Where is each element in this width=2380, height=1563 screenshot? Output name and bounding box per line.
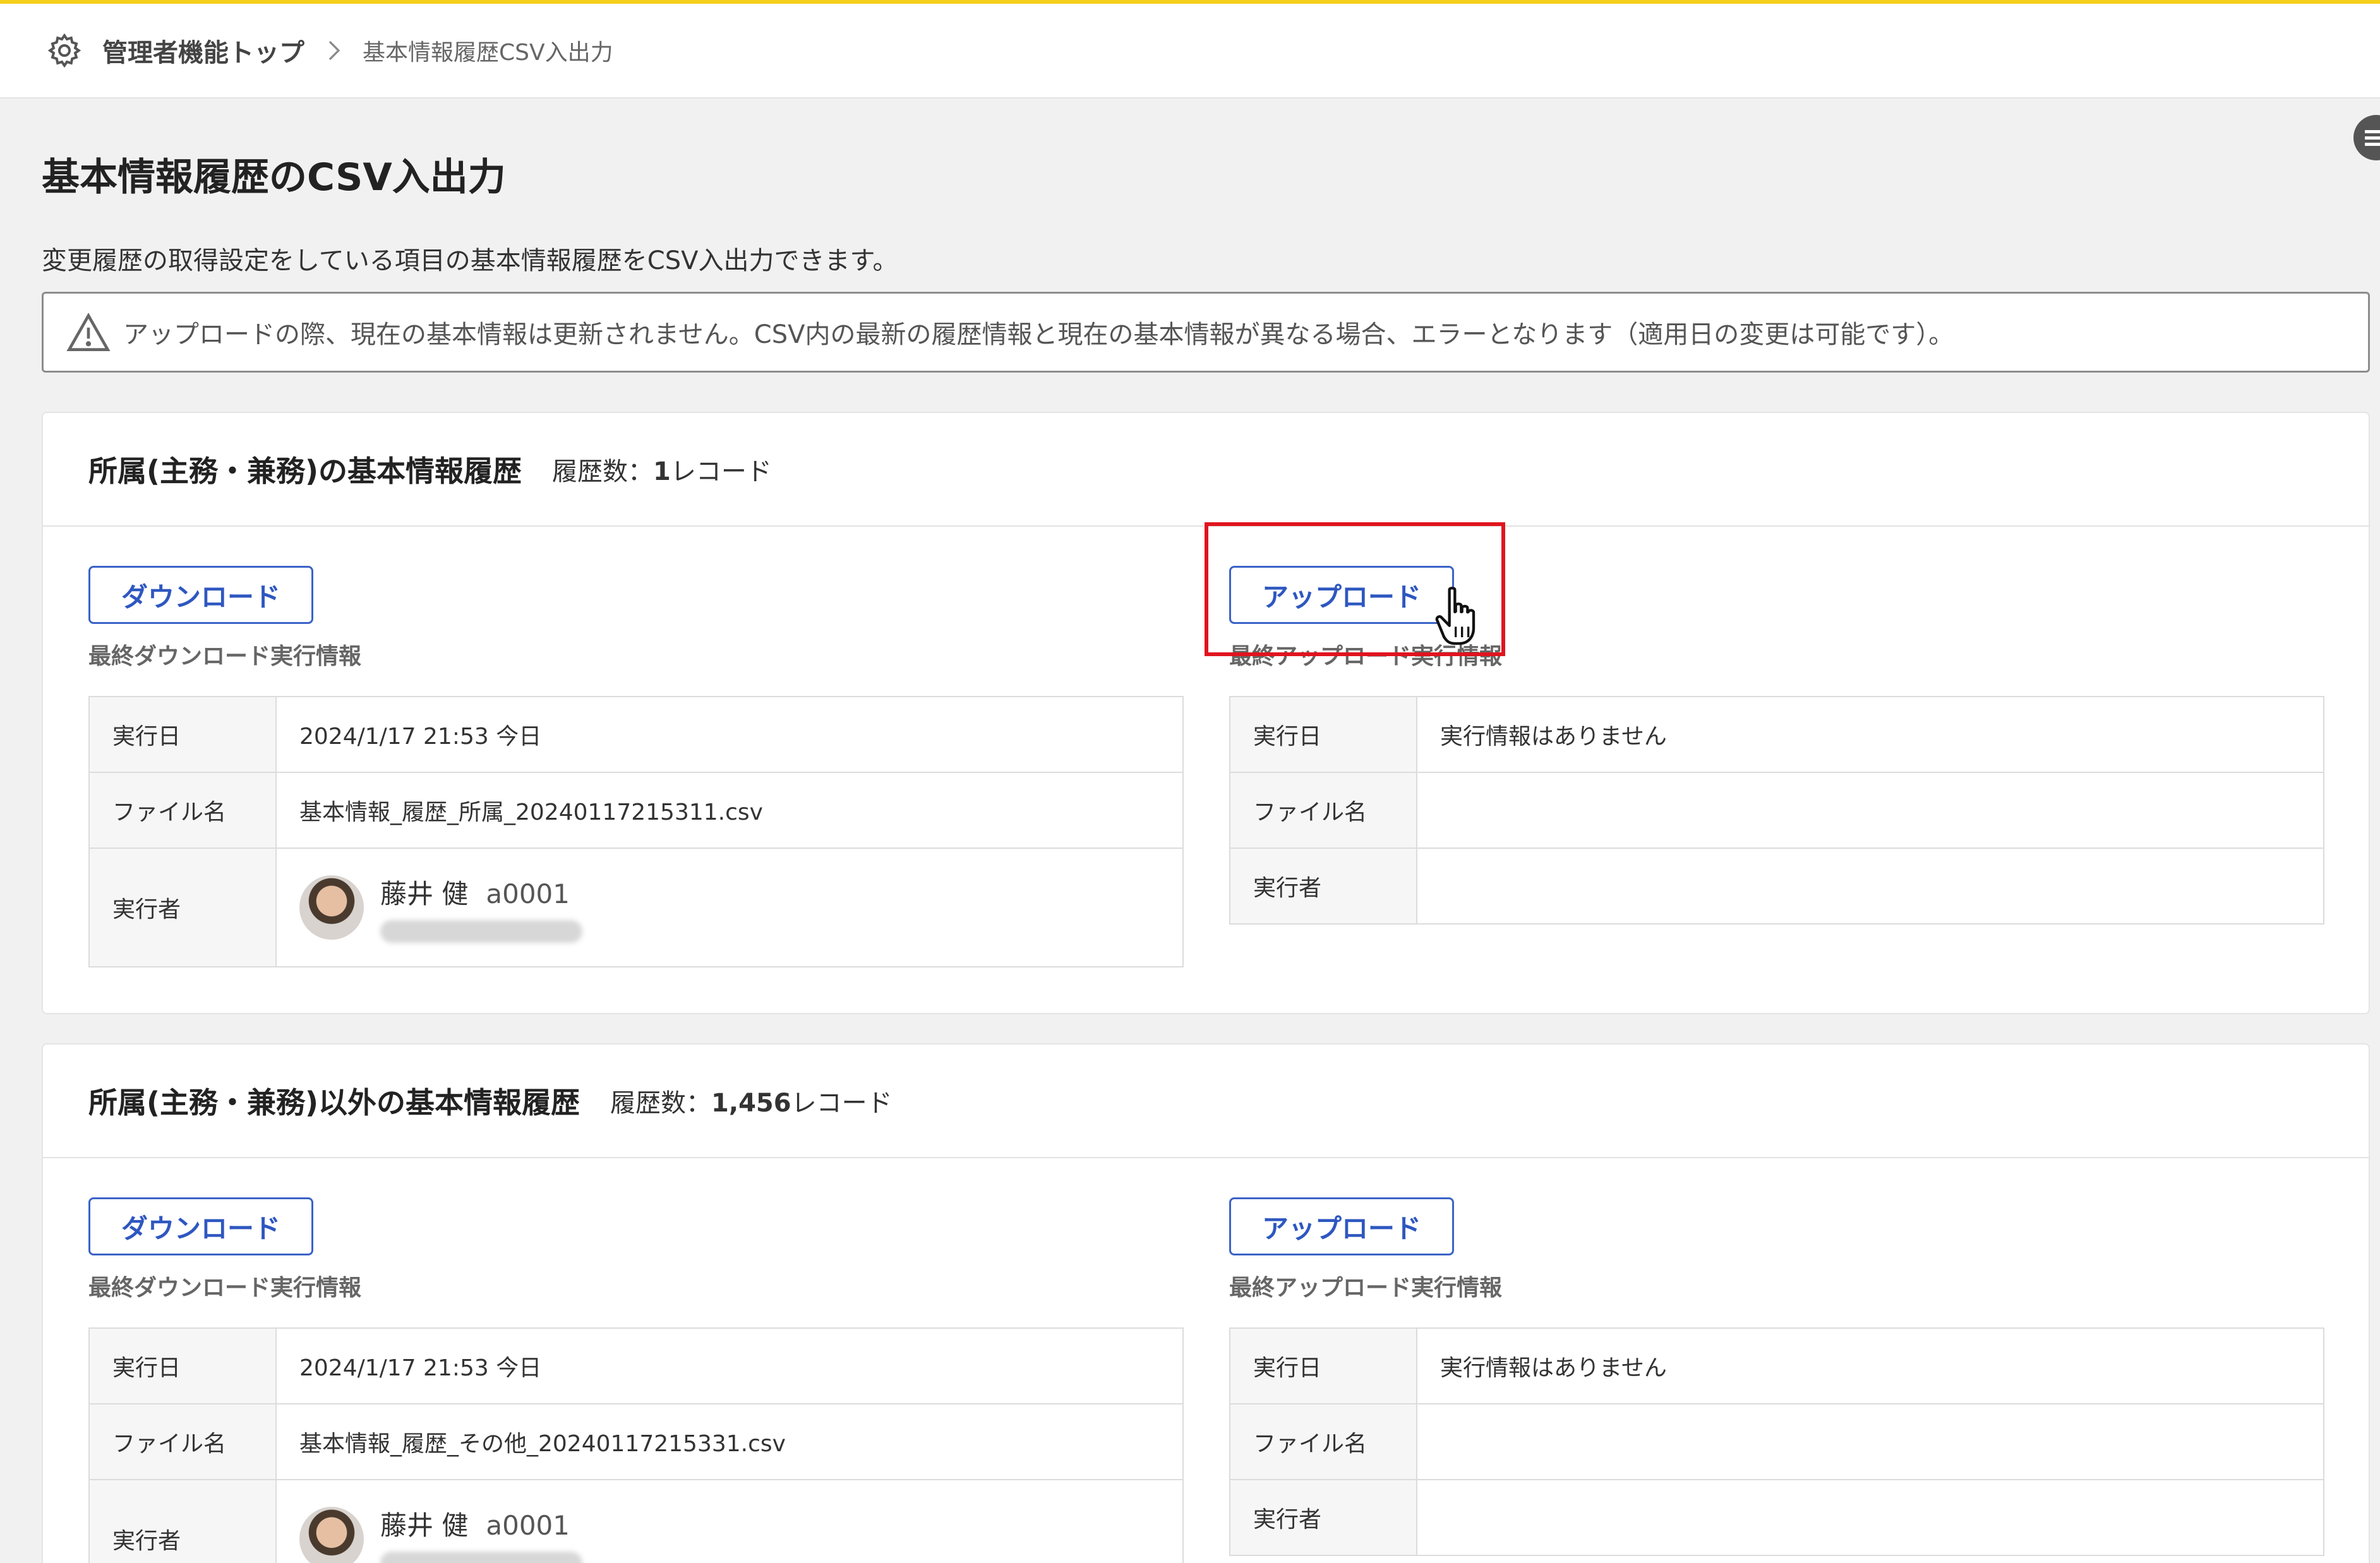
table-row: 実行者 藤井 健 a0001 — [88, 847, 1184, 967]
exec-date: 実行情報はありません — [1416, 696, 2324, 773]
file-name: 基本情報_履歴_所属_20240117215311.csv — [275, 772, 1184, 849]
table-row: ファイル名 基本情報_履歴_その他_20240117215331.csv — [88, 1403, 1184, 1480]
exec-date: 2024/1/17 21:53 今日 — [275, 696, 1184, 773]
table-row: ファイル名 基本情報_履歴_所属_20240117215311.csv — [88, 772, 1184, 849]
gear-icon[interactable] — [44, 30, 85, 71]
section-title: 所属(主務・兼務)の基本情報履歴 — [88, 454, 522, 488]
record-count: 履歴数：1レコード — [552, 457, 772, 486]
upload-info-table: 実行日 実行情報はありません ファイル名 実行者 — [1229, 1327, 2324, 1556]
breadcrumb-admin-top-link[interactable]: 管理者機能トップ — [102, 32, 304, 69]
notice-box: アップロードの際、現在の基本情報は更新されません。CSV内の最新の履歴情報と現在… — [42, 292, 2370, 373]
upload-info-table: 実行日 実行情報はありません ファイル名 実行者 — [1229, 696, 2324, 925]
user-name: 藤井 健 — [380, 878, 469, 909]
blurred-email — [380, 1551, 582, 1563]
breadcrumb: 管理者機能トップ 基本情報履歴CSV入出力 — [0, 4, 2380, 99]
exec-date: 2024/1/17 21:53 今日 — [275, 1327, 1184, 1404]
hand-pointer-icon — [1435, 587, 1475, 645]
user-id: a0001 — [486, 1509, 570, 1541]
table-row: 実行者 藤井 健 a0001 — [88, 1479, 1184, 1563]
upload-button[interactable]: アップロード — [1229, 1197, 1454, 1255]
page-description: 変更履歴の取得設定をしている項目の基本情報履歴をCSV入出力できます。 — [42, 246, 898, 275]
section-other-card: 所属(主務・兼務)以外の基本情報履歴 履歴数：1,456レコード ダウンロード … — [42, 1043, 2370, 1563]
download-info-label: 最終ダウンロード実行情報 — [88, 644, 362, 669]
table-row: 実行日 実行情報はありません — [1229, 696, 2324, 773]
table-row: 実行日 2024/1/17 21:53 今日 — [88, 1327, 1184, 1404]
menu-handle-icon[interactable] — [2353, 115, 2380, 160]
blurred-email — [380, 919, 582, 943]
section-header: 所属(主務・兼務)以外の基本情報履歴 履歴数：1,456レコード — [43, 1045, 2369, 1158]
file-name: 基本情報_履歴_その他_20240117215331.csv — [275, 1403, 1184, 1480]
download-info-table: 実行日 2024/1/17 21:53 今日 ファイル名 基本情報_履歴_その他_2… — [88, 1327, 1184, 1563]
download-info-table: 実行日 2024/1/17 21:53 今日 ファイル名 基本情報_履歴_所属_20… — [88, 696, 1184, 967]
avatar — [299, 1507, 364, 1563]
user-id: a0001 — [486, 878, 570, 909]
table-row: 実行者 — [1229, 1479, 2324, 1556]
upload-info-label: 最終アップロード実行情報 — [1229, 1275, 1503, 1301]
section-header: 所属(主務・兼務)の基本情報履歴 履歴数：1レコード — [43, 413, 2369, 527]
download-button[interactable]: ダウンロード — [88, 1197, 313, 1255]
table-row: 実行日 実行情報はありません — [1229, 1327, 2324, 1404]
table-row: ファイル名 — [1229, 1403, 2324, 1480]
table-row: 実行日 2024/1/17 21:53 今日 — [88, 696, 1184, 773]
table-row: 実行者 — [1229, 847, 2324, 925]
user-name: 藤井 健 — [380, 1509, 469, 1541]
avatar — [299, 875, 364, 940]
table-row: ファイル名 — [1229, 772, 2324, 849]
notice-text: アップロードの際、現在の基本情報は更新されません。CSV内の最新の履歴情報と現在… — [123, 320, 1954, 349]
breadcrumb-current: 基本情報履歴CSV入出力 — [363, 40, 613, 66]
exec-date: 実行情報はありません — [1416, 1327, 2324, 1404]
download-info-label: 最終ダウンロード実行情報 — [88, 1275, 362, 1301]
section-title: 所属(主務・兼務)以外の基本情報履歴 — [88, 1086, 580, 1120]
download-button[interactable]: ダウンロード — [88, 566, 313, 624]
record-count: 履歴数：1,456レコード — [610, 1089, 892, 1118]
chevron-right-icon — [321, 38, 346, 63]
warning-icon — [66, 313, 111, 351]
section-affiliation-card: 所属(主務・兼務)の基本情報履歴 履歴数：1レコード ダウンロード 最終ダウンロ… — [42, 412, 2370, 1014]
page-title: 基本情報履歴のCSV入出力 — [42, 155, 506, 200]
